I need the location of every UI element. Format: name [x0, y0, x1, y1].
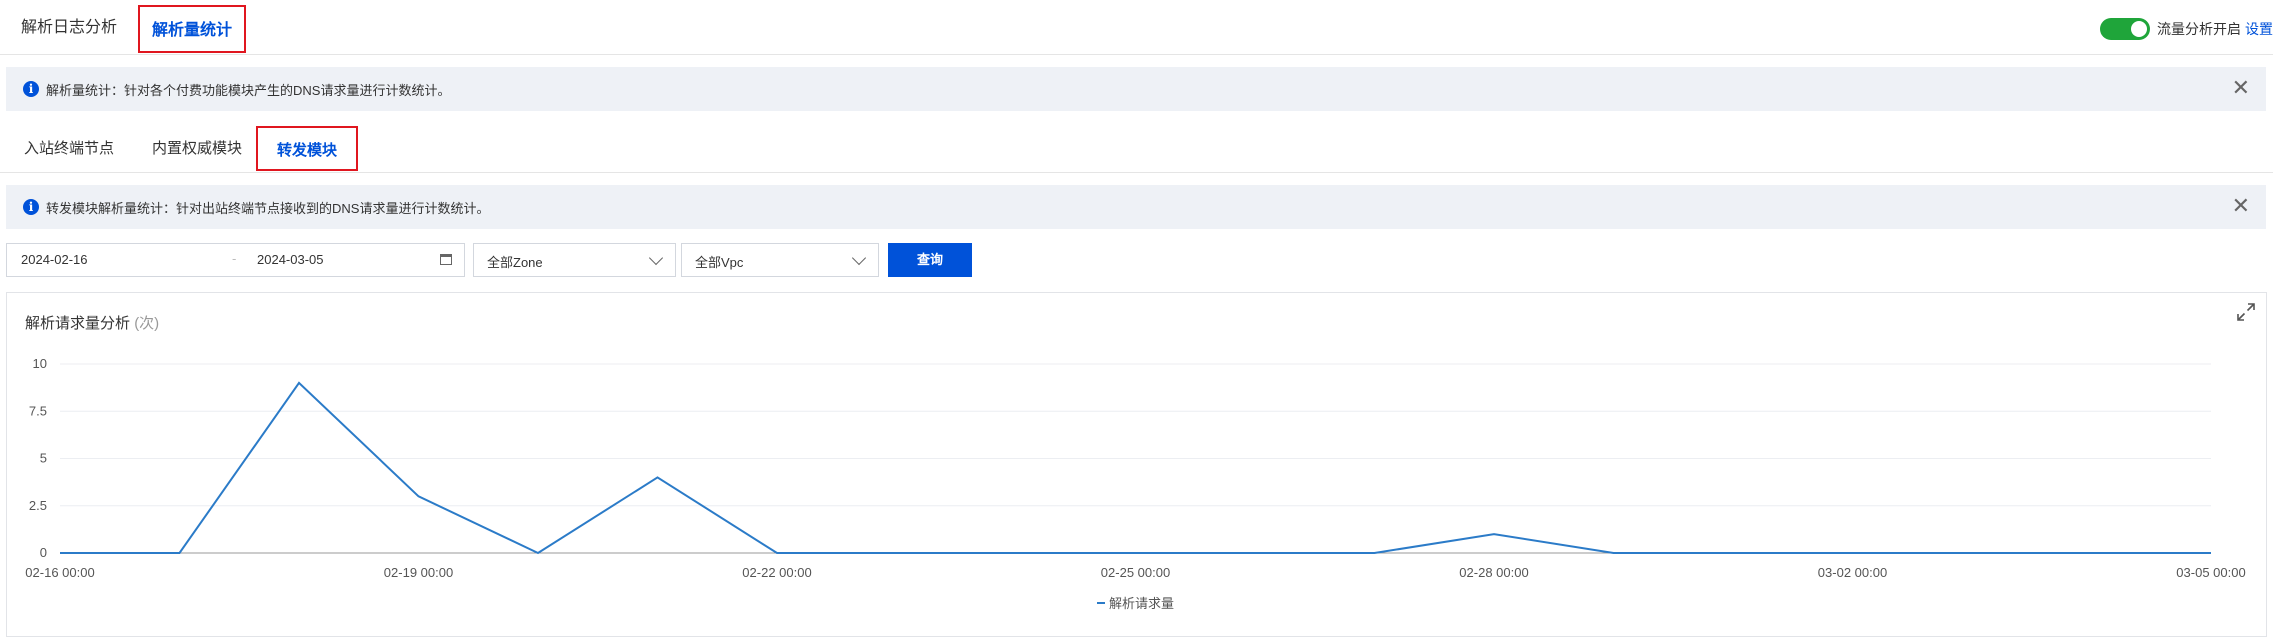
- y-tick-label: 7.5: [29, 403, 47, 418]
- legend-label: 解析请求量: [1109, 596, 1174, 611]
- line-chart: 0 2.5 5 7.5 10 02-16 00:00 02-19 00:00 02-22 00…: [25, 356, 2245, 611]
- y-tick-label: 10: [33, 356, 47, 371]
- y-tick-label: 0: [40, 545, 47, 560]
- y-tick-label: 2.5: [29, 498, 47, 513]
- y-tick-label: 5: [40, 451, 47, 466]
- x-tick-label: 02-25 00:00: [1101, 565, 1170, 580]
- series-line: [60, 381, 2211, 555]
- x-tick-label: 02-28 00:00: [1459, 565, 1528, 580]
- x-tick-label: 02-22 00:00: [742, 565, 811, 580]
- x-tick-label: 02-16 00:00: [25, 565, 94, 580]
- x-tick-label: 03-05 00:00: [2176, 565, 2245, 580]
- x-tick-label: 03-02 00:00: [1818, 565, 1887, 580]
- x-tick-label: 02-19 00:00: [384, 565, 453, 580]
